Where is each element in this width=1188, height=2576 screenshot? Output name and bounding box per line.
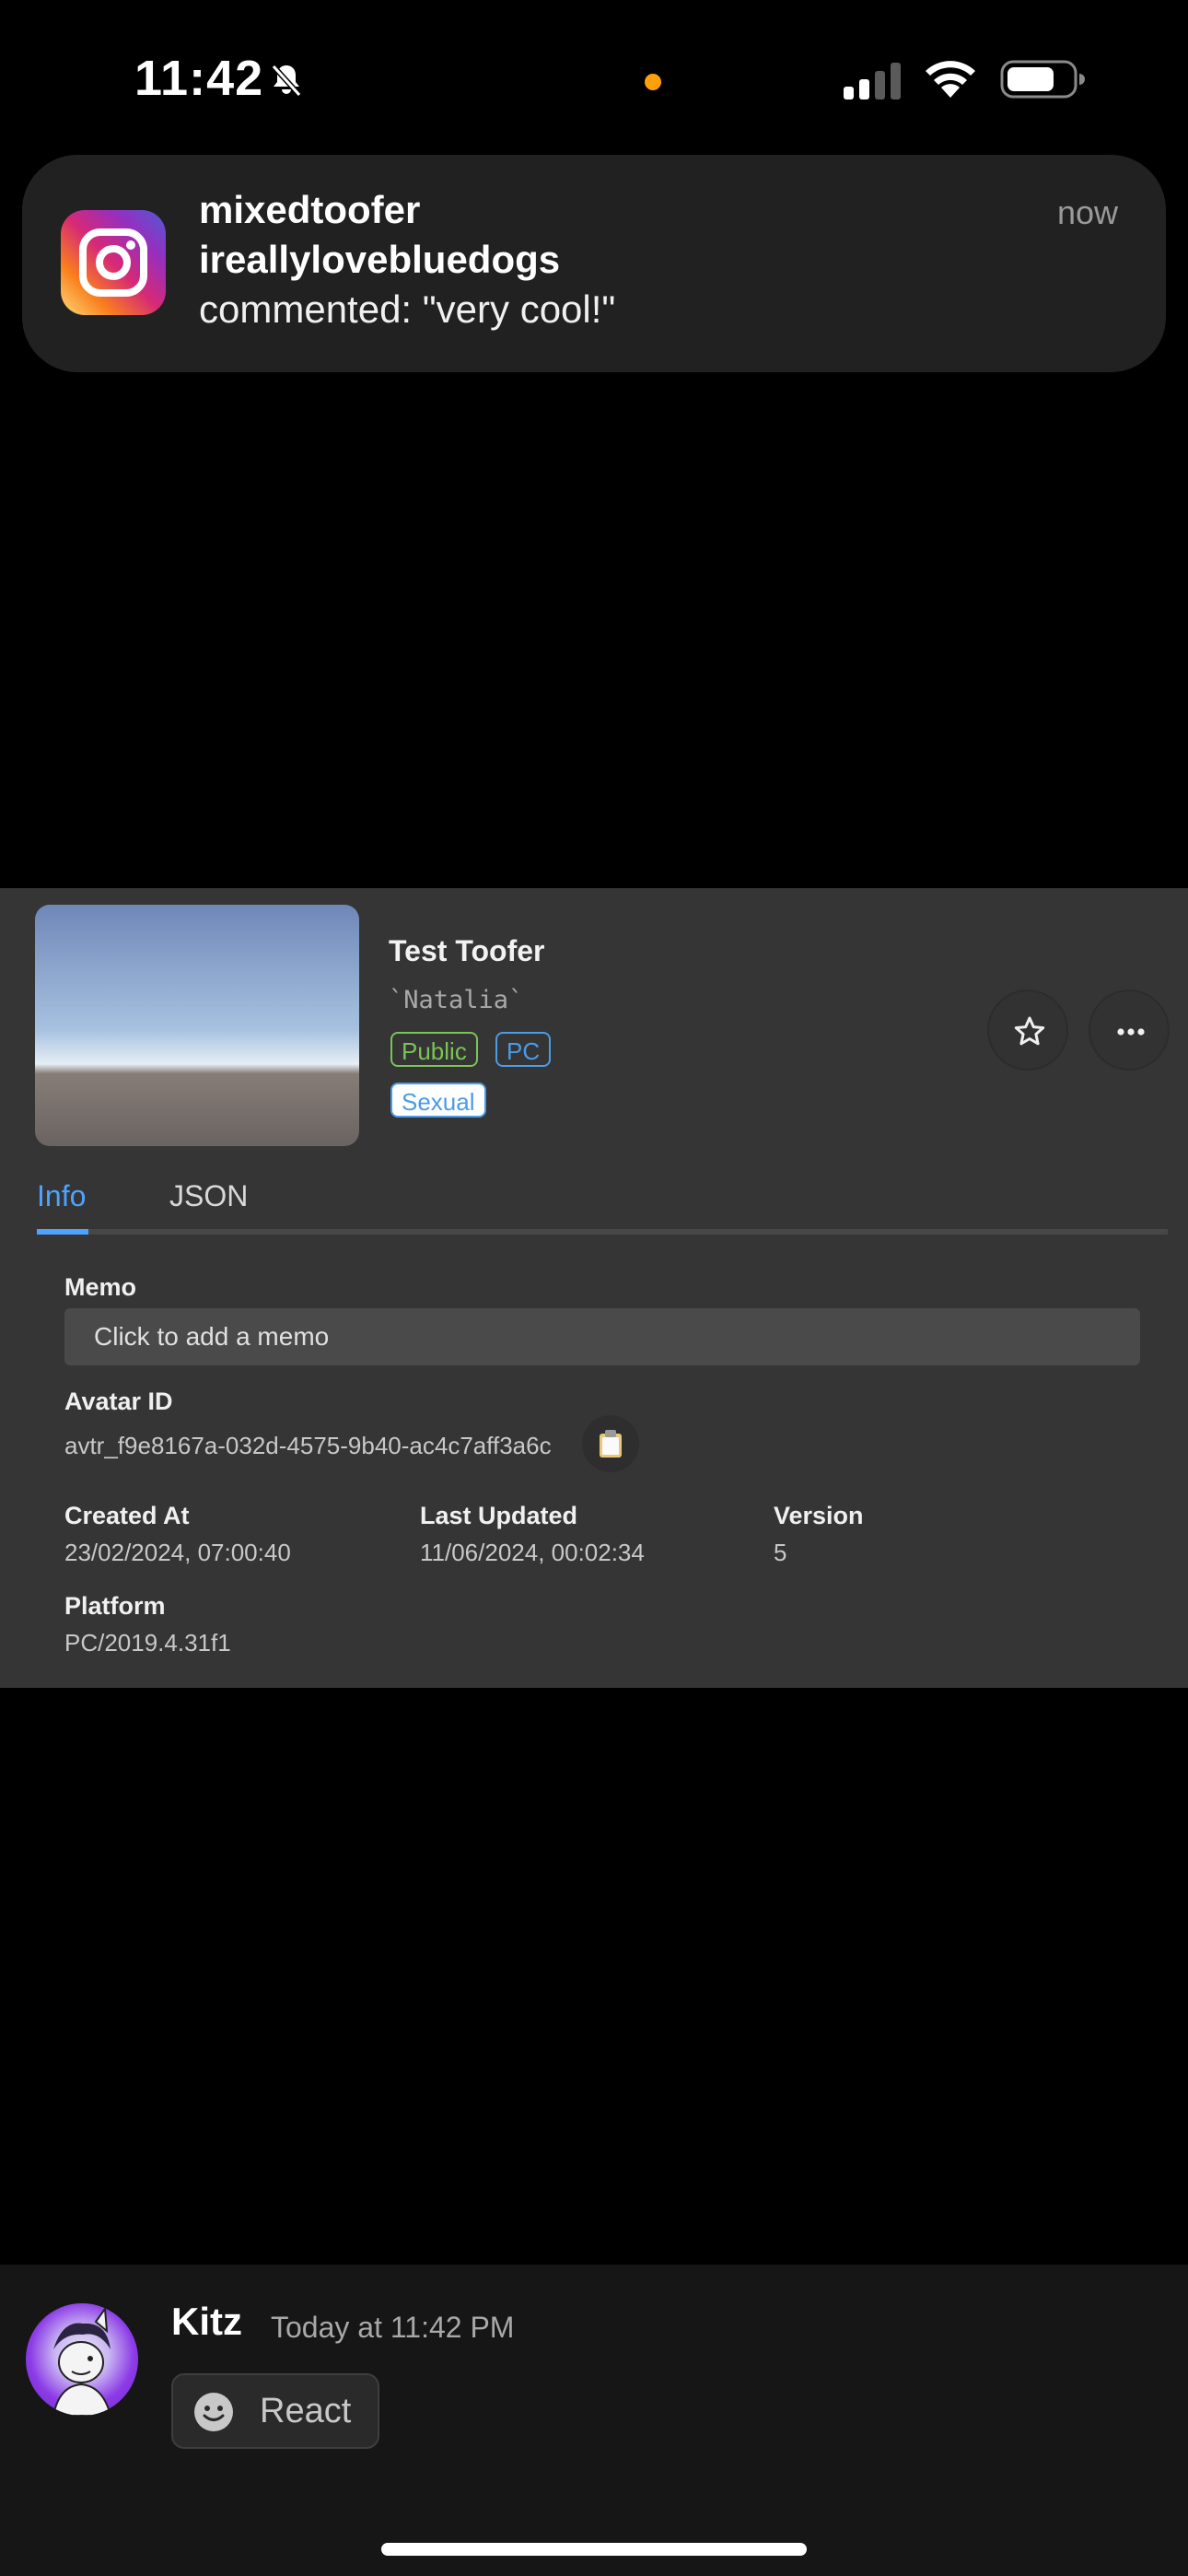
platform-tag: PC: [495, 1032, 552, 1067]
react-label: React: [260, 2392, 352, 2430]
memo-label: Memo: [64, 1273, 137, 1301]
wifi-icon: [926, 61, 975, 98]
created-at-value: 23/02/2024, 07:00:40: [64, 1539, 291, 1566]
release-status-tag: Public: [390, 1032, 478, 1067]
avatar-thumbnail[interactable]: [35, 905, 359, 1146]
more-horizontal-icon: [1117, 1028, 1145, 1036]
avatar-card: Test Toofer `Natalia` Public PC Sexual I…: [0, 888, 1188, 1688]
status-time: 11:42: [134, 51, 264, 106]
clipboard-icon: [600, 1430, 622, 1458]
version-label: Version: [774, 1502, 864, 1529]
created-at-label: Created At: [64, 1502, 190, 1529]
avatar-id-label: Avatar ID: [64, 1388, 173, 1415]
version-value: 5: [774, 1539, 787, 1566]
platform-label: Platform: [64, 1592, 166, 1620]
last-updated-label: Last Updated: [420, 1502, 578, 1529]
more-options-button[interactable]: [1089, 989, 1170, 1071]
star-icon: [1014, 1016, 1045, 1046]
privacy-dot: [645, 74, 661, 90]
avatar[interactable]: [26, 2303, 138, 2416]
bell-off-icon: [271, 64, 302, 98]
last-updated-value: 11/06/2024, 00:02:34: [420, 1539, 645, 1566]
notification-subtitle: ireallylovebluedogs: [199, 238, 561, 281]
message-username[interactable]: Kitz: [171, 2300, 242, 2344]
notification-banner[interactable]: mixedtoofer ireallylovebluedogs commente…: [22, 155, 1166, 372]
platform-value: PC/2019.4.31f1: [64, 1629, 231, 1657]
message-timestamp: Today at 11:42 PM: [271, 2311, 515, 2344]
react-button[interactable]: React: [171, 2373, 379, 2449]
content-tag: Sexual: [390, 1083, 486, 1118]
message-row: Kitz Today at 11:42 PM React: [0, 2265, 1188, 2576]
memo-field[interactable]: Click to add a memo: [64, 1308, 1140, 1365]
tab-json[interactable]: JSON: [169, 1179, 248, 1213]
tab-divider: [37, 1229, 1168, 1235]
notification-time: now: [1056, 193, 1118, 231]
favorite-button[interactable]: [987, 989, 1068, 1071]
avatar-author[interactable]: `Natalia`: [389, 986, 523, 1014]
tab-info[interactable]: Info: [37, 1179, 86, 1213]
active-tab-indicator: [37, 1229, 88, 1235]
notification-title: mixedtoofer: [199, 188, 421, 231]
battery-icon: [1000, 60, 1085, 99]
instagram-icon: [61, 210, 166, 315]
avatar-id-value: avtr_f9e8167a-032d-4575-9b40-ac4c7aff3a6…: [64, 1432, 552, 1459]
avatar-name: Test Toofer: [389, 934, 545, 967]
notification-body: commented: "very cool!": [199, 287, 616, 331]
home-indicator[interactable]: [381, 2543, 807, 2556]
cellular-signal-icon: [844, 63, 901, 100]
copy-avatar-id-button[interactable]: [582, 1415, 639, 1472]
emoji-icon: [194, 2393, 233, 2431]
